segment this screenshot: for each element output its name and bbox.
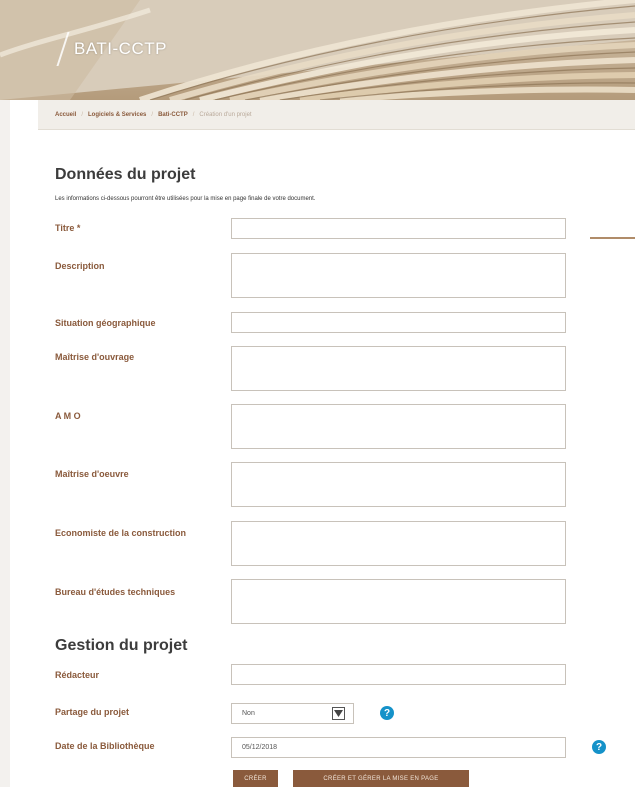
breadcrumb-software-services[interactable]: Logiciels & Services bbox=[88, 112, 146, 118]
decorative-line bbox=[590, 237, 635, 239]
partage-select[interactable]: Non bbox=[231, 703, 354, 724]
situation-input[interactable] bbox=[231, 312, 566, 333]
maitrise-ouvrage-textarea[interactable] bbox=[231, 346, 566, 391]
section-title-project-management: Gestion du projet bbox=[55, 637, 188, 654]
label-amo: A M O bbox=[55, 411, 81, 421]
section-title-project-data: Données du projet bbox=[55, 166, 196, 183]
amo-textarea[interactable] bbox=[231, 404, 566, 449]
logo-text: BATI-CCTP bbox=[74, 39, 167, 58]
date-bibliotheque-value: 05/12/2018 bbox=[242, 744, 278, 751]
breadcrumb-separator: / bbox=[151, 111, 154, 118]
label-economiste: Economiste de la construction bbox=[55, 528, 187, 538]
titre-input[interactable] bbox=[231, 218, 566, 239]
breadcrumb-current: Création d'un projet bbox=[199, 111, 252, 118]
breadcrumb-separator: / bbox=[81, 111, 84, 118]
date-bibliotheque-input[interactable]: 05/12/2018 bbox=[231, 737, 566, 758]
description-textarea[interactable] bbox=[231, 253, 566, 298]
label-maitrise-ouvrage: Maîtrise d'ouvrage bbox=[55, 352, 135, 362]
create-button[interactable]: CRÉER bbox=[233, 770, 278, 787]
economiste-textarea[interactable] bbox=[231, 521, 566, 566]
partage-select-value: Non bbox=[242, 710, 255, 717]
breadcrumb: Accueil / Logiciels & Services / Bati-CC… bbox=[38, 100, 635, 130]
label-description: Description bbox=[55, 261, 105, 271]
app-logo[interactable]: BATI-CCTP bbox=[56, 32, 167, 66]
breadcrumb-bati-cctp[interactable]: Bati-CCTP bbox=[158, 112, 188, 118]
section-intro: Les informations ci-dessous pourront êtr… bbox=[55, 196, 316, 202]
chevron-down-icon[interactable] bbox=[332, 707, 345, 720]
label-redacteur: Rédacteur bbox=[55, 670, 100, 680]
redacteur-input[interactable] bbox=[231, 664, 566, 685]
label-titre: Titre * bbox=[55, 223, 81, 233]
label-date-bibliotheque: Date de la Bibliothèque bbox=[55, 741, 155, 751]
header-banner: BATI-CCTP bbox=[0, 0, 635, 100]
help-icon[interactable]: ? bbox=[592, 740, 606, 754]
label-bureau-etudes: Bureau d'études techniques bbox=[55, 587, 176, 597]
label-maitrise-oeuvre: Maîtrise d'oeuvre bbox=[55, 469, 129, 479]
breadcrumb-home[interactable]: Accueil bbox=[55, 112, 76, 118]
create-and-manage-layout-button[interactable]: CRÉER ET GÉRER LA MISE EN PAGE bbox=[293, 770, 469, 787]
maitrise-oeuvre-textarea[interactable] bbox=[231, 462, 566, 507]
label-partage: Partage du projet bbox=[55, 707, 130, 717]
label-situation: Situation géographique bbox=[55, 318, 156, 328]
bureau-etudes-textarea[interactable] bbox=[231, 579, 566, 624]
help-icon[interactable]: ? bbox=[380, 706, 394, 720]
breadcrumb-separator: / bbox=[192, 111, 195, 118]
